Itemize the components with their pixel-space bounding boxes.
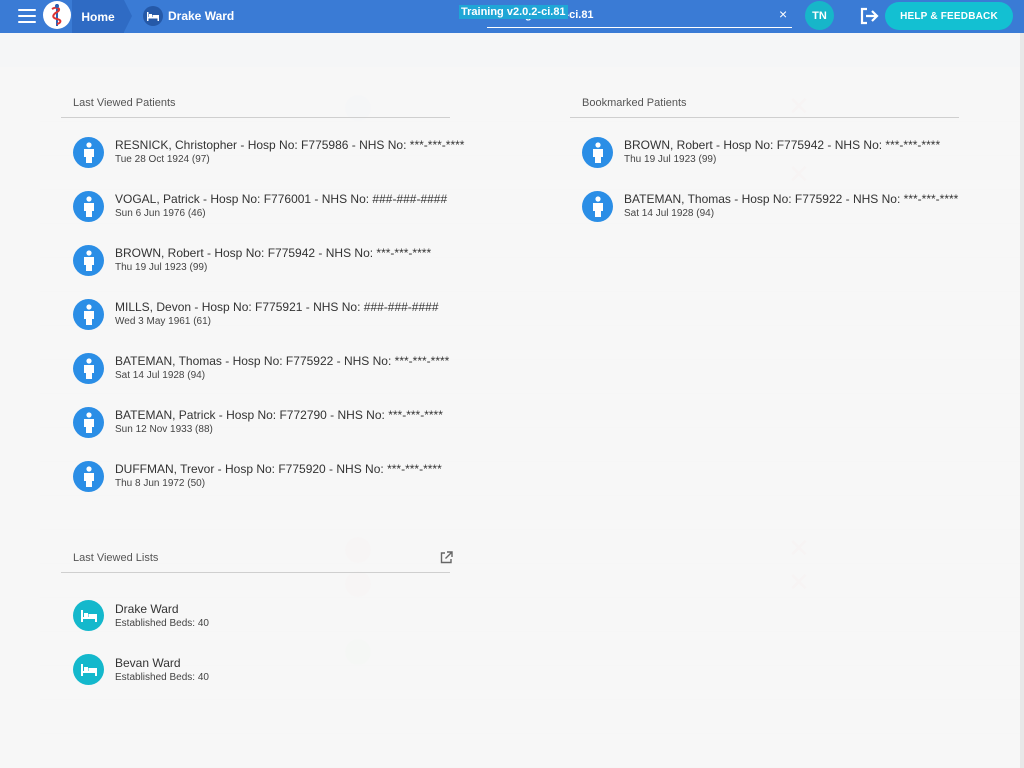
help-feedback-button[interactable]: HELP & FEEDBACK xyxy=(885,2,1013,30)
person-icon xyxy=(73,245,104,276)
patient-name: BATEMAN, Thomas - Hosp No: F775922 - NHS… xyxy=(624,192,959,206)
patient-dob: Sun 6 Jun 1976 (46) xyxy=(115,208,206,219)
patient-name: MILLS, Devon - Hosp No: F775921 - NHS No… xyxy=(115,300,439,314)
person-icon xyxy=(73,461,104,492)
ward-name: Bevan Ward xyxy=(115,656,181,670)
patient-dob: Sat 14 Jul 1928 (94) xyxy=(115,370,206,381)
person-icon xyxy=(73,137,104,168)
home-label: Home xyxy=(81,9,115,24)
patient-name: VOGAL, Patrick - Hosp No: F776001 - NHS … xyxy=(115,192,448,206)
patient-name: BATEMAN, Thomas - Hosp No: F775922 - NHS… xyxy=(115,354,450,368)
person-icon xyxy=(582,137,613,168)
patient-dob: Sun 12 Nov 1933 (88) xyxy=(115,424,213,435)
overlay-scroll-edge xyxy=(1020,33,1024,768)
patient-dob: Sat 14 Jul 1928 (94) xyxy=(624,208,715,219)
patient-name: BATEMAN, Patrick - Hosp No: F772790 - NH… xyxy=(115,408,443,422)
patient-dob: Thu 19 Jul 1923 (99) xyxy=(115,262,208,273)
menu-icon[interactable] xyxy=(18,8,36,24)
patient-name: BROWN, Robert - Hosp No: F775942 - NHS N… xyxy=(115,246,432,260)
patient-name: RESNICK, Christopher - Hosp No: F775986 … xyxy=(115,138,465,152)
ward-name: Drake Ward xyxy=(115,602,179,616)
top-bar: Home Drake Ward Training v2.0.2-ci.81 × … xyxy=(0,0,1024,33)
section-divider xyxy=(61,117,450,118)
breadcrumb-ward[interactable]: Drake Ward xyxy=(168,9,234,23)
environment-tag: Training v2.0.2-ci.81 xyxy=(459,5,568,19)
bookmarked-patients-title: Bookmarked Patients xyxy=(582,97,687,109)
user-avatar[interactable]: TN xyxy=(805,1,834,30)
caduceus-logo-icon[interactable] xyxy=(43,1,71,29)
person-icon xyxy=(73,353,104,384)
section-divider xyxy=(570,117,959,118)
close-icon[interactable]: × xyxy=(779,6,787,22)
bed-icon xyxy=(73,654,104,685)
section-divider xyxy=(61,572,450,573)
person-icon xyxy=(73,407,104,438)
ward-beds: Established Beds: 40 xyxy=(115,618,209,629)
person-icon xyxy=(73,191,104,222)
patient-dob: Thu 19 Jul 1923 (99) xyxy=(624,154,717,165)
patient-name: DUFFMAN, Trevor - Hosp No: F775920 - NHS… xyxy=(115,462,442,476)
patient-name: BROWN, Robert - Hosp No: F775942 - NHS N… xyxy=(624,138,941,152)
open-external-icon[interactable] xyxy=(440,551,453,564)
last-viewed-lists-title: Last Viewed Lists xyxy=(73,552,159,564)
breadcrumb-home[interactable]: Home xyxy=(72,0,132,33)
logout-icon[interactable] xyxy=(860,7,880,25)
patient-dob: Thu 8 Jun 1972 (50) xyxy=(115,478,206,489)
last-viewed-patients-title: Last Viewed Patients xyxy=(73,97,176,109)
patient-dob: Tue 28 Oct 1924 (97) xyxy=(115,154,210,165)
patient-dob: Wed 3 May 1961 (61) xyxy=(115,316,211,327)
person-icon xyxy=(73,299,104,330)
bed-icon[interactable] xyxy=(143,6,163,26)
ward-beds: Established Beds: 40 xyxy=(115,672,209,683)
bed-icon xyxy=(73,600,104,631)
person-icon xyxy=(582,191,613,222)
